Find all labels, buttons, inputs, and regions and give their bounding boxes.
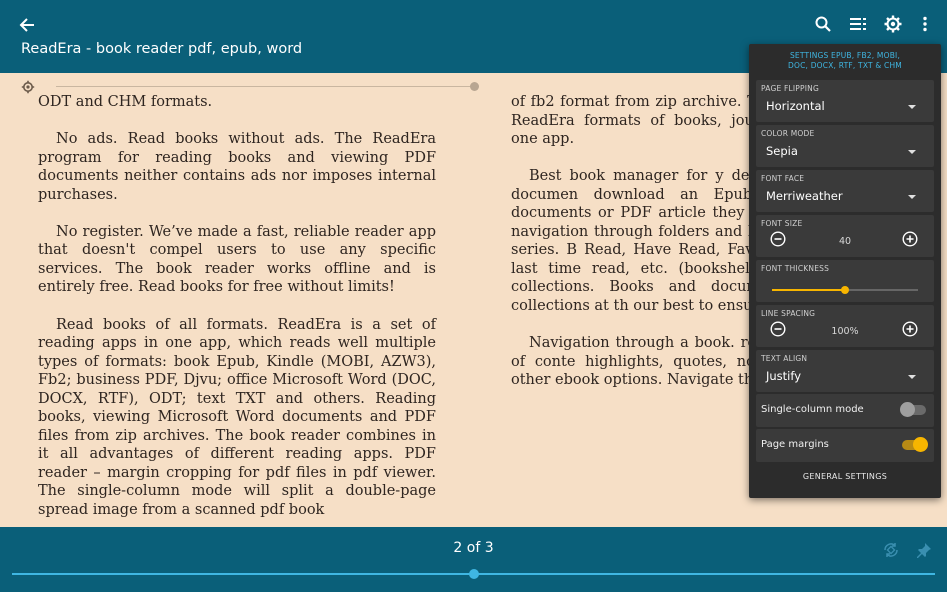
- single-column-label: Single-column mode: [761, 404, 864, 415]
- line-spacing-control: LINE SPACING 100%: [756, 305, 934, 347]
- dropdown-arrow-icon: [908, 375, 916, 379]
- plus-circle-icon: [902, 321, 918, 337]
- page-flipping-value: Horizontal: [766, 99, 825, 113]
- font-size-label: FONT SIZE: [761, 219, 803, 228]
- panel-header: SETTINGS EPUB, FB2, MOBI, DOC, DOCX, RTF…: [788, 51, 902, 70]
- paragraph: ODT and CHM formats.: [38, 94, 213, 110]
- search-button[interactable]: [810, 12, 836, 36]
- contents-button[interactable]: [845, 12, 871, 36]
- page-flipping-label: PAGE FLIPPING: [761, 84, 819, 93]
- plus-circle-icon: [902, 231, 918, 247]
- chapter-progress-marker: [470, 82, 479, 91]
- text-column-left: ODT and CHM formats. No ads. Read books …: [38, 93, 436, 527]
- single-column-toggle[interactable]: [900, 402, 926, 417]
- page-margins-row[interactable]: Page margins: [756, 429, 934, 462]
- font-face-label: FONT FACE: [761, 174, 805, 183]
- text-align-label: TEXT ALIGN: [761, 354, 808, 363]
- settings-indicator-icon: [21, 80, 35, 94]
- font-thickness-control: FONT THICKNESS: [756, 260, 934, 302]
- font-thickness-label: FONT THICKNESS: [761, 264, 830, 273]
- general-settings-button[interactable]: GENERAL SETTINGS: [749, 472, 941, 481]
- screen-rotation-icon: [884, 543, 898, 557]
- line-spacing-increase-button[interactable]: [902, 321, 918, 337]
- chapter-progress-line: [56, 86, 476, 87]
- more-options-button[interactable]: [912, 12, 938, 36]
- reading-settings-panel: SETTINGS EPUB, FB2, MOBI, DOC, DOCX, RTF…: [749, 44, 941, 498]
- font-thickness-slider[interactable]: [772, 286, 918, 294]
- page-counter: 2 of 3: [453, 540, 494, 556]
- reading-settings-button[interactable]: [880, 12, 906, 36]
- dropdown-arrow-icon: [908, 195, 916, 199]
- page-margins-toggle[interactable]: [902, 437, 928, 452]
- page-margins-label: Page margins: [761, 439, 829, 450]
- book-progress-slider[interactable]: [12, 569, 935, 579]
- app-title: ReadEra - book reader pdf, epub, word: [21, 41, 303, 57]
- color-mode-label: COLOR MODE: [761, 129, 815, 138]
- slider-thumb[interactable]: [841, 286, 849, 294]
- paragraph: No ads. Read books without ads. The Read…: [38, 131, 436, 203]
- font-size-control: FONT SIZE 40: [756, 215, 934, 257]
- book-progress-thumb[interactable]: [468, 569, 479, 579]
- text-align-dropdown[interactable]: TEXT ALIGN Justify: [756, 350, 934, 392]
- pin-icon: [917, 543, 931, 558]
- auto-rotate-button[interactable]: [881, 540, 901, 560]
- slider-fill: [772, 289, 845, 291]
- dropdown-arrow-icon: [908, 150, 916, 154]
- color-mode-value: Sepia: [766, 144, 798, 158]
- page-flipping-dropdown[interactable]: PAGE FLIPPING Horizontal: [756, 80, 934, 122]
- paragraph: No register. We’ve made a fast, reliable…: [38, 223, 436, 296]
- list-icon: [849, 18, 866, 30]
- dropdown-arrow-icon: [908, 105, 916, 109]
- gear-icon: [884, 15, 902, 33]
- arrow-left-icon: [19, 18, 34, 32]
- toggle-knob: [913, 437, 928, 452]
- color-mode-dropdown[interactable]: COLOR MODE Sepia: [756, 125, 934, 167]
- pin-button[interactable]: [914, 540, 934, 560]
- font-size-increase-button[interactable]: [902, 231, 918, 247]
- toggle-knob: [900, 402, 915, 417]
- back-button[interactable]: [14, 12, 40, 38]
- text-align-value: Justify: [766, 369, 802, 383]
- search-icon: [815, 16, 831, 32]
- font-face-dropdown[interactable]: FONT FACE Merriweather: [756, 170, 934, 212]
- line-spacing-label: LINE SPACING: [761, 309, 816, 318]
- paragraph: Read books of all formats. ReadEra is a …: [38, 316, 436, 519]
- more-vertical-icon: [923, 16, 927, 32]
- bottom-bar: 2 of 3: [0, 527, 947, 592]
- single-column-row[interactable]: Single-column mode: [756, 394, 934, 427]
- font-face-value: Merriweather: [766, 189, 843, 203]
